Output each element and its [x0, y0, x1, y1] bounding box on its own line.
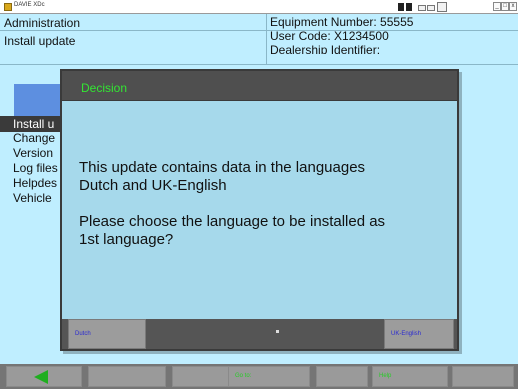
help-button[interactable]: Help	[372, 366, 448, 387]
function-key-4[interactable]	[316, 366, 368, 387]
toolbar-marker-icon	[398, 3, 404, 11]
dialog-message-gap	[79, 195, 449, 213]
app-icon	[4, 3, 12, 11]
dialog-header: Decision	[62, 71, 457, 101]
menu-item-log-files[interactable]: Log files	[13, 161, 58, 175]
dutch-button-label: Dutch	[75, 331, 91, 337]
dialog-message-line: Please choose the language to be install…	[79, 213, 386, 230]
minimize-icon[interactable]: _	[493, 2, 501, 11]
small-window-icon	[427, 5, 435, 11]
dialog-message-line: Dutch and UK-English	[79, 177, 227, 194]
user-code: User Code: X1234500	[270, 29, 389, 43]
breadcrumb-administration[interactable]: Administration	[4, 16, 80, 30]
header-separator	[266, 14, 267, 64]
function-key-6[interactable]	[452, 366, 514, 387]
window-title: DAVIE XDc	[14, 2, 45, 8]
menu-item-version[interactable]: Version	[13, 146, 53, 160]
equipment-number: Equipment Number: 55555	[270, 15, 414, 29]
page-icon	[437, 2, 447, 12]
row-divider	[0, 64, 518, 65]
decision-dialog: Decision This update contains data in th…	[60, 69, 459, 351]
mouse-cursor-icon	[276, 330, 279, 333]
dialog-message-line: 1st language?	[79, 231, 174, 248]
menu-item-vehicle[interactable]: Vehicle	[13, 191, 52, 205]
menu-item-install-update[interactable]: Install u	[13, 117, 54, 131]
uk-english-button[interactable]: UK-English	[384, 319, 454, 349]
row-divider	[0, 30, 518, 31]
dealership-identifier: Dealership Identifier:	[270, 43, 381, 54]
goto-button[interactable]: Go to:	[228, 366, 310, 387]
goto-label: Go to:	[235, 373, 252, 379]
dialog-message: This update contains data in the languag…	[79, 159, 449, 249]
function-key-1[interactable]	[88, 366, 166, 387]
dialog-message-line: This update contains data in the languag…	[79, 159, 366, 176]
breadcrumb-install-update[interactable]: Install update	[4, 34, 75, 48]
back-arrow-icon	[34, 370, 48, 384]
menu-item-helpdesk[interactable]: Helpdes	[13, 176, 57, 190]
dutch-button[interactable]: Dutch	[68, 319, 146, 349]
maximize-icon[interactable]: □	[501, 2, 509, 11]
close-icon[interactable]: x	[509, 2, 517, 11]
small-window-icon	[418, 5, 426, 11]
toolbar-marker-icon	[406, 3, 412, 11]
window-titlebar: DAVIE XDc _ □ x	[0, 0, 518, 14]
uk-english-button-label: UK-English	[391, 331, 422, 337]
help-label: Help	[379, 373, 392, 379]
dialog-title: Decision	[81, 81, 128, 95]
menu-item-change[interactable]: Change	[13, 131, 55, 145]
